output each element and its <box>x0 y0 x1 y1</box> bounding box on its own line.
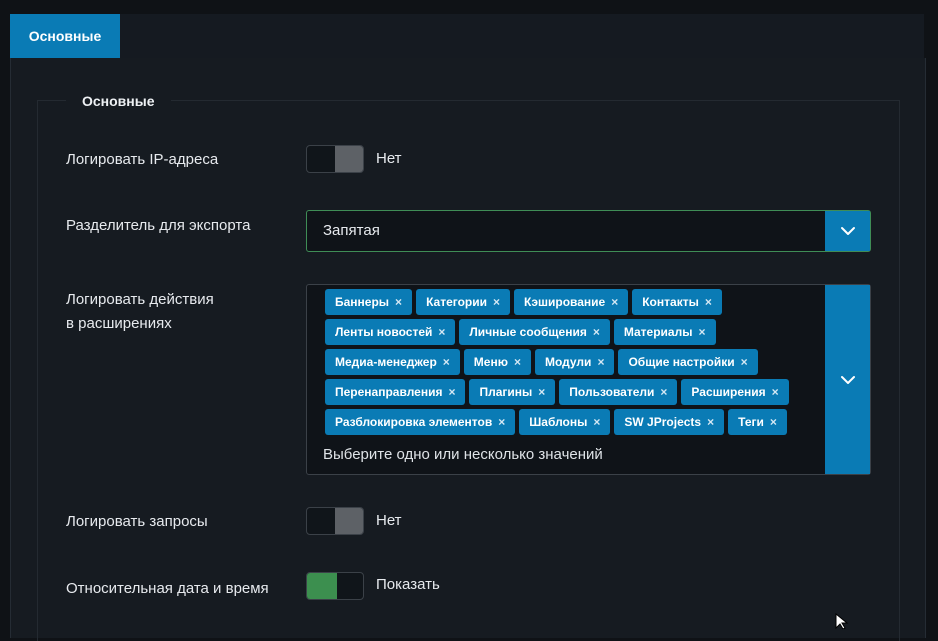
log-extensions-label: Логировать действия в расширениях <box>66 288 214 336</box>
close-icon[interactable]: × <box>493 289 500 315</box>
log-ip-state: Нет <box>376 150 402 167</box>
tag-label: Общие настройки <box>628 355 735 369</box>
log-extensions-label-line2: в расширениях <box>66 315 172 332</box>
close-icon[interactable]: × <box>438 319 445 345</box>
tag-item: Модули × <box>534 349 615 375</box>
relative-date-label: Относительная дата и время <box>66 580 269 597</box>
tag-label: Шаблоны <box>529 415 588 429</box>
mouse-pointer-icon <box>835 612 849 634</box>
extensions-multiselect[interactable]: Баннеры × Категории × Кэширование × Контакт… <box>306 284 871 475</box>
tag-item: Расширения × <box>681 379 789 405</box>
close-icon[interactable]: × <box>772 379 779 405</box>
tab-basic[interactable]: Основные <box>10 14 120 58</box>
log-extensions-label-line1: Логировать действия <box>66 291 214 308</box>
tag-item: SW JProjects × <box>614 409 725 435</box>
close-icon[interactable]: × <box>698 319 705 345</box>
tag-label: Ленты новостей <box>335 325 433 339</box>
tag-item: Разблокировка элементов × <box>325 409 516 435</box>
close-icon[interactable]: × <box>538 379 545 405</box>
tag-label: Баннеры <box>335 295 390 309</box>
tag-item: Медиа-менеджер × <box>325 349 460 375</box>
tag-label: Кэширование <box>524 295 606 309</box>
close-icon[interactable]: × <box>448 379 455 405</box>
close-icon[interactable]: × <box>611 289 618 315</box>
tag-label: Меню <box>473 355 508 369</box>
tab-bar: Основные <box>10 14 924 58</box>
close-icon[interactable]: × <box>597 349 604 375</box>
close-icon[interactable]: × <box>707 409 714 435</box>
tag-label: Плагины <box>479 385 533 399</box>
log-queries-switch[interactable] <box>306 507 364 535</box>
close-icon[interactable]: × <box>705 289 712 315</box>
separator-value: Запятая <box>323 222 380 239</box>
fieldset-legend: Основные <box>66 90 171 112</box>
tag-item: Теги × <box>728 409 787 435</box>
tag-item: Баннеры × <box>325 289 413 315</box>
tag-label: Материалы <box>623 325 693 339</box>
tag-item: Личные сообщения × <box>459 319 610 345</box>
chevron-down-icon[interactable] <box>825 211 870 251</box>
tag-label: SW JProjects <box>624 415 702 429</box>
separator-select[interactable]: Запятая <box>306 210 871 252</box>
close-icon[interactable]: × <box>741 349 748 375</box>
close-icon[interactable]: × <box>593 319 600 345</box>
log-queries-label: Логировать запросы <box>66 513 208 530</box>
close-icon[interactable]: × <box>443 349 450 375</box>
tag-list: Баннеры × Категории × Кэширование × Контакт… <box>325 289 805 439</box>
tag-label: Категории <box>426 295 488 309</box>
switch-knob <box>307 573 337 599</box>
tag-label: Личные сообщения <box>469 325 587 339</box>
relative-date-state: Показать <box>376 576 440 593</box>
tag-item: Меню × <box>463 349 531 375</box>
close-icon[interactable]: × <box>514 349 521 375</box>
tag-item: Общие настройки × <box>618 349 758 375</box>
tag-item: Перенаправления × <box>325 379 466 405</box>
tag-item: Пользователи × <box>559 379 678 405</box>
close-icon[interactable]: × <box>593 409 600 435</box>
log-ip-switch[interactable] <box>306 145 364 173</box>
chevron-down-icon[interactable] <box>825 285 870 474</box>
log-ip-label: Логировать IP-адреса <box>66 151 219 168</box>
log-queries-state: Нет <box>376 512 402 529</box>
tag-item: Категории × <box>416 289 511 315</box>
close-icon[interactable]: × <box>395 289 402 315</box>
relative-date-switch[interactable] <box>306 572 364 600</box>
tag-label: Разблокировка элементов <box>335 415 493 429</box>
tag-label: Медиа-менеджер <box>335 355 437 369</box>
tag-item: Материалы × <box>613 319 716 345</box>
tag-label: Модули <box>544 355 592 369</box>
tag-label: Пользователи <box>569 385 655 399</box>
close-icon[interactable]: × <box>498 409 505 435</box>
tag-label: Перенаправления <box>335 385 443 399</box>
tag-item: Кэширование × <box>514 289 629 315</box>
switch-knob <box>335 508 363 534</box>
tag-label: Контакты <box>642 295 699 309</box>
tag-label: Расширения <box>691 385 766 399</box>
tag-item: Ленты новостей × <box>325 319 456 345</box>
tag-item: Шаблоны × <box>519 409 611 435</box>
close-icon[interactable]: × <box>770 409 777 435</box>
tag-label: Теги <box>738 415 764 429</box>
switch-knob <box>335 146 363 172</box>
tag-item: Плагины × <box>469 379 556 405</box>
tag-item: Контакты × <box>632 289 722 315</box>
multiselect-placeholder[interactable]: Выберите одно или несколько значений <box>323 443 603 467</box>
separator-label: Разделитель для экспорта <box>66 217 251 234</box>
close-icon[interactable]: × <box>660 379 667 405</box>
